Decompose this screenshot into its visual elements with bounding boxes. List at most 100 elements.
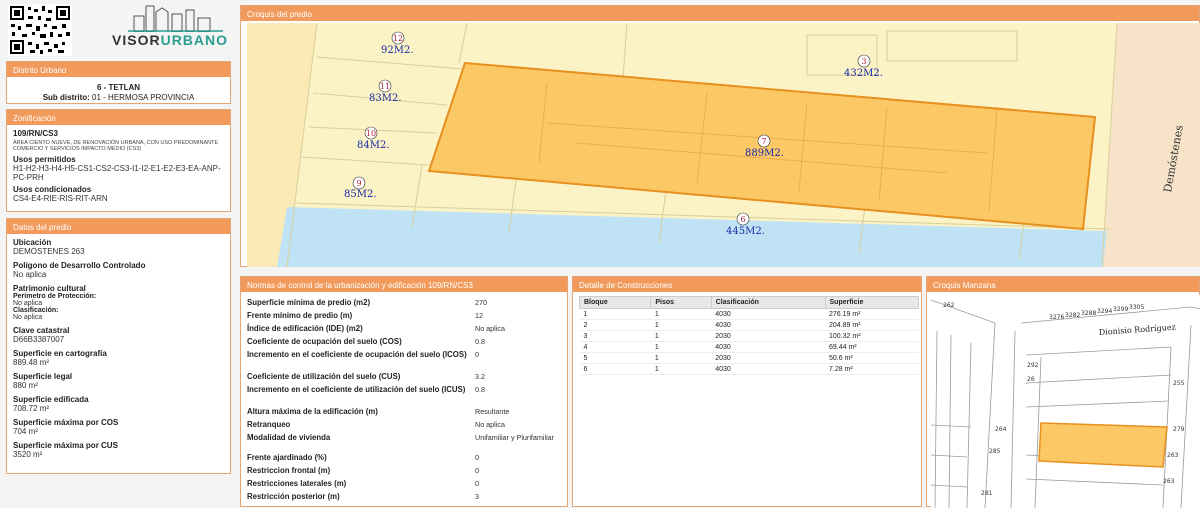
clave-catastral-label: Clave catastral: [13, 326, 70, 335]
manzana-number: 3294: [1097, 308, 1112, 315]
manzana-number: 3299: [1113, 306, 1128, 313]
sup-cartografia-label: Superficie en cartografía: [13, 349, 107, 358]
col-bloque[interactable]: Bloque: [578, 296, 652, 309]
normas-row: Modalidad de vivienda Unifamiliar y Pluri…: [247, 433, 555, 442]
croquis-manzana-panel: Croquis Manzana 262 3276 3282 3288 3294 …: [926, 276, 1200, 508]
perimetro-value: No aplica: [13, 300, 43, 307]
manzana-number: 3276: [1049, 314, 1064, 321]
construcciones-table: Bloque Pisos Clasificación Superficie 11…: [578, 296, 920, 375]
clasificacion-label: Clasificación:: [13, 307, 59, 314]
qr-code-icon: [8, 4, 72, 56]
normas-row: Frente ajardinado (%) 0: [247, 453, 479, 462]
ubicacion-value: DEMOSTENES 263: [13, 247, 85, 256]
manzana-map[interactable]: 262 3276 3282 3288 3294 3299 3305 292 26…: [931, 295, 1200, 508]
table-row: 4 1 4030 69.44 m²: [579, 341, 919, 353]
manzana-number: 3288: [1081, 310, 1096, 317]
col-clasificacion[interactable]: Clasificación: [710, 296, 826, 309]
lot-7-area: 889M2.: [745, 148, 784, 159]
logo-row: VISORURBANO: [6, 2, 234, 58]
clave-catastral-value: D66B3387007: [13, 335, 65, 344]
usos-permitidos-label: Usos permitidos: [13, 155, 76, 164]
manzana-map-svg: 262 3276 3282 3288 3294 3299 3305 292 26…: [931, 295, 1200, 508]
manzana-number: 292: [1027, 362, 1039, 369]
manzana-number: 285: [989, 448, 1001, 455]
left-column: VISORURBANO Distrito Urbano 6 - TETLAN S…: [0, 0, 237, 507]
datos-predio-panel: Datos del predio Ubicación DEMOSTENES 26…: [6, 218, 231, 474]
normas-row: Coeficiente de ocupación del suelo (COS)…: [247, 337, 485, 346]
usos-condicionados-value: CS4-E4-RIE-RIS-RIT-ARN: [13, 194, 108, 203]
table-row: 3 1 2030 100.32 m²: [579, 330, 919, 342]
sup-max-cus-value: 3520 m²: [13, 450, 43, 459]
clasificacion-value: No aplica: [13, 314, 43, 321]
manzana-header: Croquis Manzana: [927, 277, 1199, 292]
lot-3-area: 432M2.: [844, 68, 883, 79]
lot-9-number: 9: [356, 179, 361, 188]
brand-part1: VISOR: [112, 32, 161, 48]
normas-row: Frente mínimo de predio (m) 12: [247, 311, 483, 320]
zonificacion-panel: Zonificación 109/RN/CS3 ÁREA CIENTO NUEV…: [6, 109, 231, 212]
ubicacion-label: Ubicación: [13, 238, 52, 247]
manzana-number: 281: [981, 490, 993, 497]
perimetro-label: Perímetro de Protección:: [13, 293, 97, 300]
sup-legal-label: Superficie legal: [13, 372, 73, 381]
normas-row: Incremento en el coeficiente de utilizac…: [247, 385, 485, 394]
normas-row: Retranqueo No aplica: [247, 420, 505, 429]
manzana-number: 26: [1027, 376, 1035, 383]
lot-3-number: 3: [861, 57, 866, 66]
normas-panel: Normas de control de la urbanización y e…: [240, 276, 568, 507]
manzana-number: 255: [1173, 380, 1185, 387]
normas-header: Normas de control de la urbanización y e…: [241, 277, 567, 292]
poligono-label: Polígono de Desarrollo Controlado: [13, 261, 146, 270]
city-skyline-icon: [128, 5, 223, 32]
lot-12-number: 12: [393, 34, 403, 43]
normas-row: Restricciones laterales (m) 0: [247, 479, 479, 488]
normas-row: Incremento en el coeficiente de ocupació…: [247, 350, 479, 359]
lot-10-number: 10: [366, 129, 376, 138]
lot-7-number: 7: [761, 137, 766, 146]
manzana-number: 262: [943, 302, 955, 309]
sup-legal-value: 880 m²: [13, 381, 38, 390]
detalle-header: Detalle de Construcciones: [573, 277, 921, 292]
manzana-number: 263: [1163, 478, 1175, 485]
manzana-number: 279: [1173, 426, 1185, 433]
croquis-map[interactable]: 12 92M2. 11 83M2. 10 84M2. 9 85M2. 3 432…: [247, 23, 1200, 267]
col-pisos[interactable]: Pisos: [650, 296, 712, 309]
brand-part2: URBANO: [160, 32, 229, 48]
usos-permitidos-value: H1-H2-H3-H4-H5-CS1-CS2-CS3-I1-I2-E1-E2-E…: [13, 164, 221, 182]
manzana-number: 263: [1167, 452, 1179, 459]
lot-12-area: 92M2.: [381, 45, 414, 56]
croquis-map-svg: 12 92M2. 11 83M2. 10 84M2. 9 85M2. 3 432…: [247, 23, 1200, 267]
manzana-number: 264: [995, 426, 1007, 433]
normas-row: Restriccion frontal (m) 0: [247, 466, 479, 475]
distrito-name: 6 - TETLAN: [96, 83, 141, 92]
normas-row: Superficie mínima de predio (m2) 270: [247, 298, 487, 307]
zonificacion-code: 109/RN/CS3: [13, 129, 58, 138]
sup-edificada-value: 708.72 m²: [13, 404, 50, 413]
lot-6-number: 6: [740, 215, 745, 224]
brand-logo: VISORURBANO: [112, 32, 228, 48]
sup-max-cus-label: Superficie máxima por CUS: [13, 441, 118, 450]
sup-max-cos-value: 704 m²: [13, 427, 38, 436]
normas-row: Restricción posterior (m) 3: [247, 492, 479, 501]
manzana-number: 3305: [1129, 304, 1144, 311]
normas-list: Superficie mínima de predio (m2) 270 Fren…: [241, 292, 567, 505]
manzana-number: 3282: [1065, 312, 1080, 319]
subdistrito-label: Sub distrito:: [42, 93, 90, 102]
distrito-panel: Distrito Urbano 6 - TETLAN Sub distrito:…: [6, 61, 231, 104]
lot-6-area: 445M2.: [726, 226, 765, 237]
distrito-header: Distrito Urbano: [7, 62, 230, 77]
lot-11-area: 83M2.: [369, 93, 402, 104]
normas-row: Índice de edificación (IDE) (m2) No aplic…: [247, 324, 505, 333]
datos-predio-header: Datos del predio: [7, 219, 230, 234]
lot-11-number: 11: [380, 82, 390, 91]
croquis-header: Croquis del predio: [241, 6, 1199, 21]
croquis-predio-panel: Croquis del predio 12 92M2. 11 83M2. 10 …: [240, 5, 1200, 267]
sup-edificada-label: Superficie edificada: [13, 395, 89, 404]
table-row: 6 1 4030 7.28 m²: [579, 363, 919, 375]
table-header-row: Bloque Pisos Clasificación Superficie: [578, 296, 920, 309]
poligono-value: No aplica: [13, 270, 47, 279]
lot-10-area: 84M2.: [357, 140, 390, 151]
table-row: 1 1 4030 276.19 m²: [579, 308, 919, 320]
col-superficie[interactable]: Superficie: [824, 296, 920, 309]
table-row: 2 1 4030 204.89 m²: [579, 319, 919, 331]
